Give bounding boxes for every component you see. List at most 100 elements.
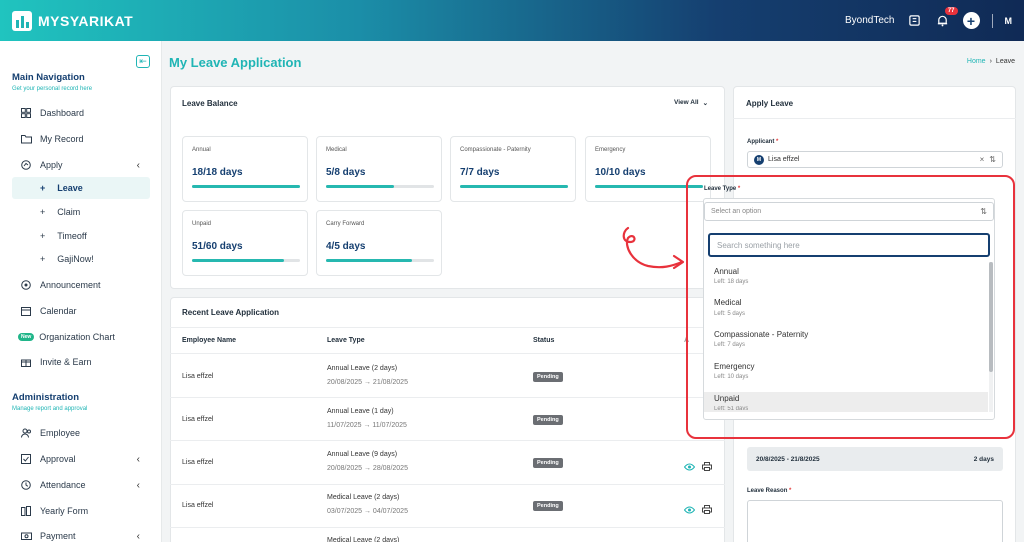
chevron-down-icon: ⌄ xyxy=(702,100,709,107)
row-divider xyxy=(170,397,725,398)
column-header-status: Status xyxy=(533,337,555,344)
plus-icon: + xyxy=(40,207,46,217)
company-name[interactable]: ByondTech xyxy=(845,15,894,26)
view-all-button[interactable]: View All ⌄ xyxy=(674,99,708,107)
print-icon[interactable] xyxy=(702,458,712,476)
sidebar-item-label: Dashboard xyxy=(40,108,85,118)
clear-icon[interactable]: × xyxy=(980,155,985,164)
row-divider xyxy=(170,353,725,354)
sidebar-subitem-claim[interactable]: + Claim xyxy=(12,201,150,223)
breadcrumb-home-link[interactable]: Home xyxy=(967,58,986,65)
recent-leave-card xyxy=(170,297,725,542)
plus-icon: + xyxy=(40,183,46,193)
required-marker: * xyxy=(776,139,779,145)
date-range-display[interactable]: 20/8/2025 - 21/8/2025 2 days xyxy=(747,447,1003,471)
grid-icon xyxy=(12,108,32,118)
eye-icon[interactable] xyxy=(683,458,696,476)
leave-balance-title: Leave Balance xyxy=(182,99,238,108)
admin-title: Administration xyxy=(12,392,80,403)
new-badge-icon: New xyxy=(12,333,35,341)
status-badge: Pending xyxy=(533,501,563,511)
leave-type-name: Emergency xyxy=(595,147,626,153)
progress-bar xyxy=(326,185,434,188)
date-days-count: 2 days xyxy=(973,456,994,463)
chevron-left-icon: ‹ xyxy=(136,453,140,465)
leave-balance-value: 51/60 days xyxy=(192,241,243,252)
sidebar-item-calendar[interactable]: Calendar xyxy=(12,300,150,322)
table-cell-name: Lisa effzel xyxy=(182,459,214,466)
sidebar-item-my-record[interactable]: My Record xyxy=(12,128,150,150)
sidebar-subitem-label: Leave xyxy=(57,183,83,193)
table-cell-type: Medical Leave (2 days) xyxy=(327,494,400,501)
avatar: M xyxy=(754,154,764,165)
chevron-left-icon: ‹ xyxy=(136,530,140,542)
sidebar-item-yearly-form[interactable]: Yearly Form xyxy=(12,500,150,522)
leave-balance-unpaid[interactable]: Unpaid 51/60 days xyxy=(182,210,308,276)
progress-bar xyxy=(192,259,300,262)
divider xyxy=(733,118,1016,119)
sidebar-item-dashboard[interactable]: Dashboard xyxy=(12,102,150,124)
status-badge: Pending xyxy=(533,415,563,425)
building-icon[interactable] xyxy=(907,13,923,29)
breadcrumb: Home › Leave xyxy=(967,58,1015,65)
leave-balance-medical[interactable]: Medical 5/8 days xyxy=(316,136,442,202)
view-all-label: View All xyxy=(674,99,699,106)
chevron-left-icon: ‹ xyxy=(136,159,140,171)
progress-bar xyxy=(326,259,434,262)
sidebar-item-label: Announcement xyxy=(40,280,101,290)
leave-type-name: Medical xyxy=(326,147,347,153)
divider xyxy=(991,13,993,28)
notification-count-badge: 77 xyxy=(944,6,958,15)
sidebar-item-announcement[interactable]: Announcement xyxy=(12,274,150,296)
sidebar-item-apply[interactable]: Apply ‹ xyxy=(12,154,150,176)
breadcrumb-current: Leave xyxy=(995,58,1015,65)
sidebar-item-employee[interactable]: Employee xyxy=(12,422,150,444)
plus-icon: + xyxy=(40,231,46,241)
sidebar-item-organization-chart[interactable]: New Organization Chart xyxy=(12,326,150,348)
row-actions xyxy=(683,501,712,519)
leave-type-name: Unpaid xyxy=(192,221,212,227)
sidebar-item-label: Yearly Form xyxy=(40,506,89,516)
brand-logo[interactable]: MYSYARIKAT xyxy=(12,10,134,31)
leave-reason-textarea[interactable] xyxy=(747,500,1003,542)
table-cell-dates: 11/07/2025 → 11/07/2025 xyxy=(327,422,407,429)
top-bar: MYSYARIKAT ByondTech 77 + M xyxy=(0,0,1024,41)
sidebar-subitem-label: Timeoff xyxy=(57,231,87,241)
divider xyxy=(170,327,725,328)
leave-balance-compassionate[interactable]: Compassionate - Paternity 7/7 days xyxy=(450,136,576,202)
eye-icon[interactable] xyxy=(683,501,696,519)
table-cell-name: Lisa effzel xyxy=(182,416,214,423)
table-cell-dates: 20/08/2025 → 28/08/2025 xyxy=(327,465,408,472)
sidebar-item-payment[interactable]: Payment ‹ xyxy=(12,525,150,542)
calendar-icon xyxy=(12,306,32,316)
add-icon[interactable]: + xyxy=(962,12,980,29)
print-icon[interactable] xyxy=(702,501,712,519)
sidebar-item-invite-earn[interactable]: Invite & Earn xyxy=(12,351,150,373)
sidebar-item-attendance[interactable]: Attendance ‹ xyxy=(12,474,150,496)
leave-balance-carry-forward[interactable]: Carry Forward 4/5 days xyxy=(316,210,442,276)
sort-arrows-icon: ⇅ xyxy=(989,155,996,164)
leave-balance-annual[interactable]: Annual 18/18 days xyxy=(182,136,308,202)
users-icon xyxy=(12,428,32,438)
sidebar-item-label: Calendar xyxy=(40,306,77,316)
date-range-value: 20/8/2025 - 21/8/2025 xyxy=(756,456,820,463)
table-cell-type: Annual Leave (9 days) xyxy=(327,451,398,458)
sidebar-subitem-timeoff[interactable]: + Timeoff xyxy=(12,225,150,247)
sidebar-subitem-leave[interactable]: + Leave xyxy=(12,177,150,199)
chevron-right-icon: › xyxy=(989,58,992,65)
sidebar-item-approval[interactable]: Approval ‹ xyxy=(12,448,150,470)
user-initials[interactable]: M xyxy=(1005,16,1013,26)
progress-bar xyxy=(192,185,300,188)
main-nav-subtitle: Get your personal record here xyxy=(12,86,93,92)
page-title: My Leave Application xyxy=(169,55,302,70)
bell-icon[interactable]: 77 xyxy=(935,6,958,29)
recent-leave-title: Recent Leave Application xyxy=(182,308,280,317)
table-cell-name: Lisa effzel xyxy=(182,502,214,509)
sidebar-subitem-gajinow[interactable]: + GajiNow! xyxy=(12,248,150,270)
collapse-sidebar-icon[interactable]: ⇤ xyxy=(136,55,150,68)
table-cell-type: Annual Leave (1 day) xyxy=(327,408,394,415)
sidebar-subitem-label: GajiNow! xyxy=(57,254,94,264)
sidebar-item-label: Attendance xyxy=(40,480,86,490)
brand-name: MYSYARIKAT xyxy=(38,12,134,29)
applicant-select[interactable]: M Lisa effzel × ⇅ xyxy=(747,151,1003,168)
